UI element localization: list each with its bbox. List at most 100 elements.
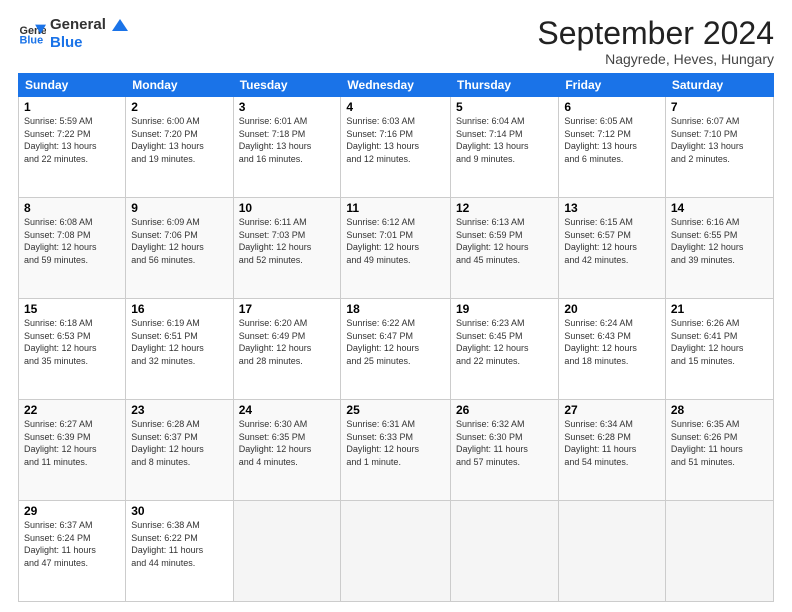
calendar-cell: 13Sunrise: 6:15 AM Sunset: 6:57 PM Dayli…: [559, 198, 666, 299]
calendar-cell: 7Sunrise: 6:07 AM Sunset: 7:10 PM Daylig…: [665, 97, 773, 198]
calendar-cell: 6Sunrise: 6:05 AM Sunset: 7:12 PM Daylig…: [559, 97, 666, 198]
weekday-header-row: SundayMondayTuesdayWednesdayThursdayFrid…: [19, 74, 774, 97]
calendar-cell: 10Sunrise: 6:11 AM Sunset: 7:03 PM Dayli…: [233, 198, 341, 299]
calendar-cell: 18Sunrise: 6:22 AM Sunset: 6:47 PM Dayli…: [341, 299, 451, 400]
day-number: 27: [564, 403, 660, 417]
day-number: 13: [564, 201, 660, 215]
day-info: Sunrise: 6:05 AM Sunset: 7:12 PM Dayligh…: [564, 115, 660, 165]
calendar-cell: 16Sunrise: 6:19 AM Sunset: 6:51 PM Dayli…: [126, 299, 233, 400]
day-info: Sunrise: 6:35 AM Sunset: 6:26 PM Dayligh…: [671, 418, 768, 468]
svg-text:Blue: Blue: [20, 34, 44, 46]
day-number: 18: [346, 302, 445, 316]
calendar-week-row: 22Sunrise: 6:27 AM Sunset: 6:39 PM Dayli…: [19, 400, 774, 501]
calendar-cell: 26Sunrise: 6:32 AM Sunset: 6:30 PM Dayli…: [451, 400, 559, 501]
day-number: 1: [24, 100, 120, 114]
calendar-cell: 23Sunrise: 6:28 AM Sunset: 6:37 PM Dayli…: [126, 400, 233, 501]
day-number: 26: [456, 403, 553, 417]
calendar-page: General Blue General Blue September 2024…: [0, 0, 792, 612]
day-number: 23: [131, 403, 227, 417]
calendar-cell: 25Sunrise: 6:31 AM Sunset: 6:33 PM Dayli…: [341, 400, 451, 501]
day-info: Sunrise: 6:23 AM Sunset: 6:45 PM Dayligh…: [456, 317, 553, 367]
calendar-cell: [451, 501, 559, 602]
day-number: 2: [131, 100, 227, 114]
day-number: 15: [24, 302, 120, 316]
calendar-cell: 1Sunrise: 5:59 AM Sunset: 7:22 PM Daylig…: [19, 97, 126, 198]
calendar-table: SundayMondayTuesdayWednesdayThursdayFrid…: [18, 73, 774, 602]
calendar-cell: 27Sunrise: 6:34 AM Sunset: 6:28 PM Dayli…: [559, 400, 666, 501]
day-info: Sunrise: 6:28 AM Sunset: 6:37 PM Dayligh…: [131, 418, 227, 468]
weekday-header-sunday: Sunday: [19, 74, 126, 97]
calendar-cell: 2Sunrise: 6:00 AM Sunset: 7:20 PM Daylig…: [126, 97, 233, 198]
calendar-cell: 15Sunrise: 6:18 AM Sunset: 6:53 PM Dayli…: [19, 299, 126, 400]
day-number: 8: [24, 201, 120, 215]
day-number: 5: [456, 100, 553, 114]
day-number: 28: [671, 403, 768, 417]
day-info: Sunrise: 6:01 AM Sunset: 7:18 PM Dayligh…: [239, 115, 336, 165]
logo-text-general: General: [50, 16, 128, 34]
day-info: Sunrise: 6:16 AM Sunset: 6:55 PM Dayligh…: [671, 216, 768, 266]
day-number: 7: [671, 100, 768, 114]
day-info: Sunrise: 6:32 AM Sunset: 6:30 PM Dayligh…: [456, 418, 553, 468]
day-number: 22: [24, 403, 120, 417]
weekday-header-tuesday: Tuesday: [233, 74, 341, 97]
day-info: Sunrise: 6:22 AM Sunset: 6:47 PM Dayligh…: [346, 317, 445, 367]
day-number: 11: [346, 201, 445, 215]
calendar-cell: 22Sunrise: 6:27 AM Sunset: 6:39 PM Dayli…: [19, 400, 126, 501]
calendar-cell: 28Sunrise: 6:35 AM Sunset: 6:26 PM Dayli…: [665, 400, 773, 501]
day-info: Sunrise: 6:27 AM Sunset: 6:39 PM Dayligh…: [24, 418, 120, 468]
weekday-header-monday: Monday: [126, 74, 233, 97]
day-info: Sunrise: 6:26 AM Sunset: 6:41 PM Dayligh…: [671, 317, 768, 367]
calendar-cell: [559, 501, 666, 602]
calendar-cell: 19Sunrise: 6:23 AM Sunset: 6:45 PM Dayli…: [451, 299, 559, 400]
day-number: 9: [131, 201, 227, 215]
day-info: Sunrise: 6:09 AM Sunset: 7:06 PM Dayligh…: [131, 216, 227, 266]
day-info: Sunrise: 6:37 AM Sunset: 6:24 PM Dayligh…: [24, 519, 120, 569]
calendar-cell: 14Sunrise: 6:16 AM Sunset: 6:55 PM Dayli…: [665, 198, 773, 299]
day-info: Sunrise: 5:59 AM Sunset: 7:22 PM Dayligh…: [24, 115, 120, 165]
calendar-cell: 5Sunrise: 6:04 AM Sunset: 7:14 PM Daylig…: [451, 97, 559, 198]
day-info: Sunrise: 6:20 AM Sunset: 6:49 PM Dayligh…: [239, 317, 336, 367]
day-number: 29: [24, 504, 120, 518]
day-number: 17: [239, 302, 336, 316]
day-number: 10: [239, 201, 336, 215]
logo: General Blue General Blue: [18, 16, 128, 52]
day-info: Sunrise: 6:31 AM Sunset: 6:33 PM Dayligh…: [346, 418, 445, 468]
day-number: 16: [131, 302, 227, 316]
day-info: Sunrise: 6:24 AM Sunset: 6:43 PM Dayligh…: [564, 317, 660, 367]
calendar-week-row: 1Sunrise: 5:59 AM Sunset: 7:22 PM Daylig…: [19, 97, 774, 198]
day-number: 12: [456, 201, 553, 215]
calendar-cell: 20Sunrise: 6:24 AM Sunset: 6:43 PM Dayli…: [559, 299, 666, 400]
day-info: Sunrise: 6:38 AM Sunset: 6:22 PM Dayligh…: [131, 519, 227, 569]
day-info: Sunrise: 6:08 AM Sunset: 7:08 PM Dayligh…: [24, 216, 120, 266]
calendar-cell: 29Sunrise: 6:37 AM Sunset: 6:24 PM Dayli…: [19, 501, 126, 602]
weekday-header-friday: Friday: [559, 74, 666, 97]
calendar-cell: 12Sunrise: 6:13 AM Sunset: 6:59 PM Dayli…: [451, 198, 559, 299]
day-number: 25: [346, 403, 445, 417]
day-info: Sunrise: 6:13 AM Sunset: 6:59 PM Dayligh…: [456, 216, 553, 266]
day-number: 21: [671, 302, 768, 316]
calendar-cell: 8Sunrise: 6:08 AM Sunset: 7:08 PM Daylig…: [19, 198, 126, 299]
day-info: Sunrise: 6:11 AM Sunset: 7:03 PM Dayligh…: [239, 216, 336, 266]
calendar-cell: 4Sunrise: 6:03 AM Sunset: 7:16 PM Daylig…: [341, 97, 451, 198]
calendar-week-row: 8Sunrise: 6:08 AM Sunset: 7:08 PM Daylig…: [19, 198, 774, 299]
calendar-cell: 30Sunrise: 6:38 AM Sunset: 6:22 PM Dayli…: [126, 501, 233, 602]
day-info: Sunrise: 6:07 AM Sunset: 7:10 PM Dayligh…: [671, 115, 768, 165]
day-info: Sunrise: 6:12 AM Sunset: 7:01 PM Dayligh…: [346, 216, 445, 266]
day-info: Sunrise: 6:15 AM Sunset: 6:57 PM Dayligh…: [564, 216, 660, 266]
day-number: 3: [239, 100, 336, 114]
calendar-cell: 9Sunrise: 6:09 AM Sunset: 7:06 PM Daylig…: [126, 198, 233, 299]
day-info: Sunrise: 6:04 AM Sunset: 7:14 PM Dayligh…: [456, 115, 553, 165]
day-number: 4: [346, 100, 445, 114]
day-info: Sunrise: 6:18 AM Sunset: 6:53 PM Dayligh…: [24, 317, 120, 367]
calendar-cell: 17Sunrise: 6:20 AM Sunset: 6:49 PM Dayli…: [233, 299, 341, 400]
day-number: 14: [671, 201, 768, 215]
day-number: 30: [131, 504, 227, 518]
calendar-cell: 24Sunrise: 6:30 AM Sunset: 6:35 PM Dayli…: [233, 400, 341, 501]
day-info: Sunrise: 6:34 AM Sunset: 6:28 PM Dayligh…: [564, 418, 660, 468]
calendar-cell: 11Sunrise: 6:12 AM Sunset: 7:01 PM Dayli…: [341, 198, 451, 299]
location: Nagyrede, Heves, Hungary: [537, 51, 774, 67]
calendar-cell: 21Sunrise: 6:26 AM Sunset: 6:41 PM Dayli…: [665, 299, 773, 400]
calendar-week-row: 15Sunrise: 6:18 AM Sunset: 6:53 PM Dayli…: [19, 299, 774, 400]
calendar-cell: [341, 501, 451, 602]
logo-text-blue: Blue: [50, 34, 128, 52]
